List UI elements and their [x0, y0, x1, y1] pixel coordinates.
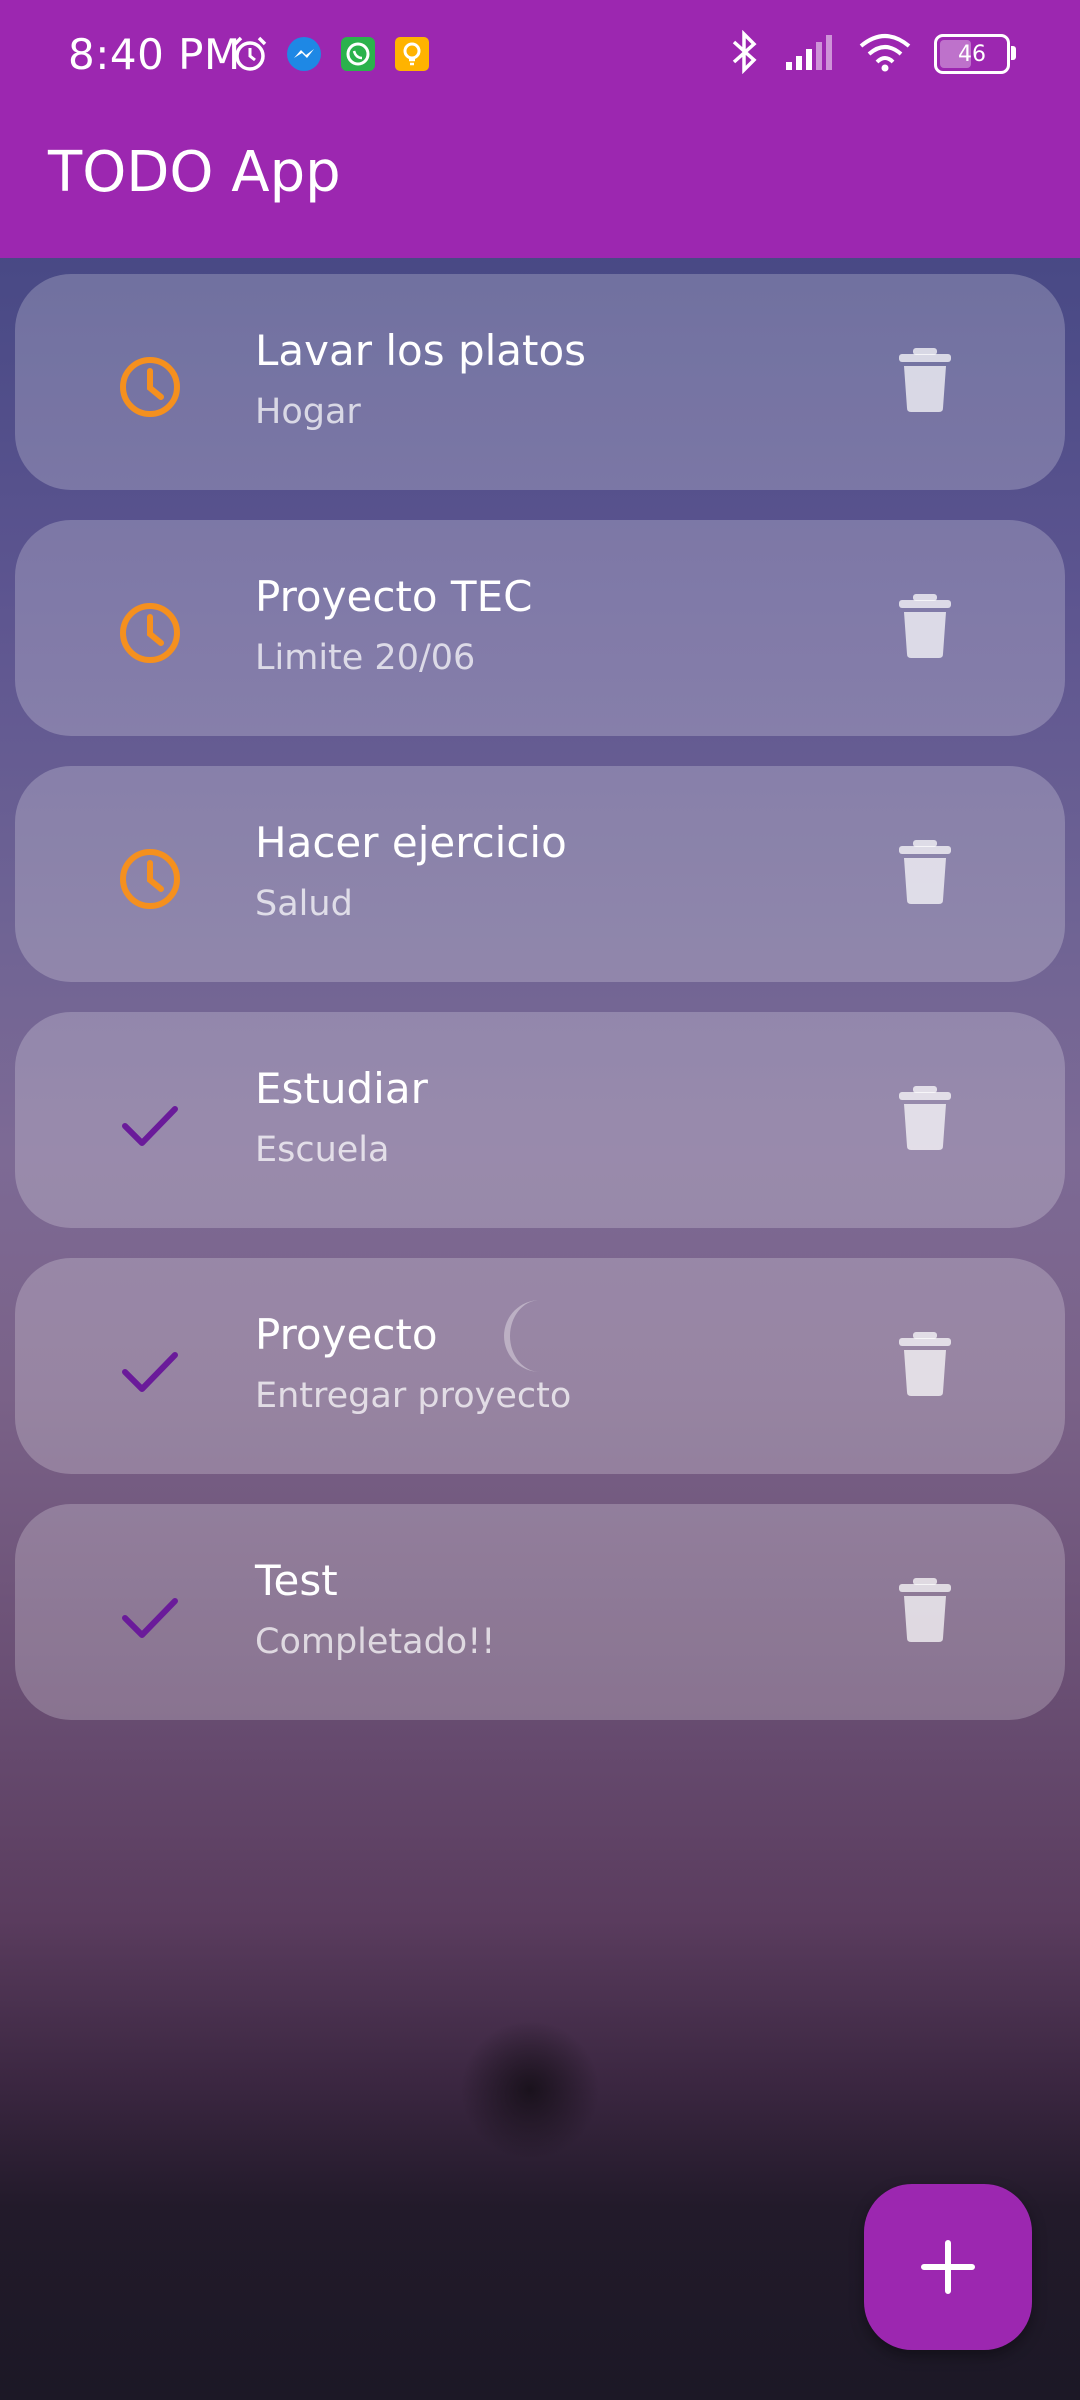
messenger-icon	[284, 34, 324, 74]
tree-silhouette	[460, 2020, 600, 2160]
delete-icon[interactable]	[895, 840, 955, 904]
task-list: Lavar los platos Hogar Proyecto TEC Limite …	[15, 274, 1065, 1750]
task-title: Estudiar	[255, 1064, 428, 1113]
battery-level: 46	[958, 41, 986, 67]
task-subtitle: Salud	[255, 884, 353, 924]
status-bar: 8:40 PM 46	[0, 0, 1080, 118]
system-icons: 46	[726, 29, 1016, 78]
check-icon[interactable]	[115, 1582, 185, 1652]
wifi-icon	[858, 32, 912, 76]
check-icon[interactable]	[115, 1336, 185, 1406]
task-subtitle: Entregar proyecto	[255, 1376, 572, 1416]
task-card[interactable]: Test Completado!!	[15, 1504, 1065, 1720]
delete-icon[interactable]	[895, 594, 955, 658]
task-title: Hacer ejercicio	[255, 818, 567, 867]
notification-icons	[230, 34, 432, 74]
status-time: 8:40 PM	[68, 30, 241, 79]
check-icon[interactable]	[115, 1090, 185, 1160]
clock-icon[interactable]	[115, 598, 185, 668]
app-bar: TODO App	[0, 118, 1080, 258]
task-card[interactable]: Estudiar Escuela	[15, 1012, 1065, 1228]
delete-icon[interactable]	[895, 348, 955, 412]
bulb-icon	[392, 34, 432, 74]
add-task-button[interactable]	[864, 2184, 1032, 2350]
task-card[interactable]: Proyecto TEC Limite 20/06	[15, 520, 1065, 736]
task-title: Proyecto	[255, 1310, 438, 1359]
task-card[interactable]: Lavar los platos Hogar	[15, 274, 1065, 490]
bluetooth-icon	[726, 29, 762, 78]
task-title: Test	[255, 1556, 338, 1605]
task-card[interactable]: Hacer ejercicio Salud	[15, 766, 1065, 982]
battery-icon: 46	[934, 34, 1016, 74]
alarm-icon	[230, 34, 270, 74]
task-title: Lavar los platos	[255, 326, 587, 375]
clock-icon[interactable]	[115, 844, 185, 914]
task-subtitle: Completado!!	[255, 1622, 496, 1662]
task-subtitle: Limite 20/06	[255, 638, 476, 678]
signal-icon	[784, 32, 836, 76]
task-title: Proyecto TEC	[255, 572, 533, 621]
delete-icon[interactable]	[895, 1332, 955, 1396]
task-card[interactable]: Proyecto Entregar proyecto	[15, 1258, 1065, 1474]
delete-icon[interactable]	[895, 1086, 955, 1150]
plus-icon	[921, 2240, 975, 2294]
task-subtitle: Escuela	[255, 1130, 390, 1170]
task-subtitle: Hogar	[255, 392, 361, 432]
app-title: TODO App	[48, 140, 341, 205]
delete-icon[interactable]	[895, 1578, 955, 1642]
clock-icon[interactable]	[115, 352, 185, 422]
whatsapp-icon	[338, 34, 378, 74]
